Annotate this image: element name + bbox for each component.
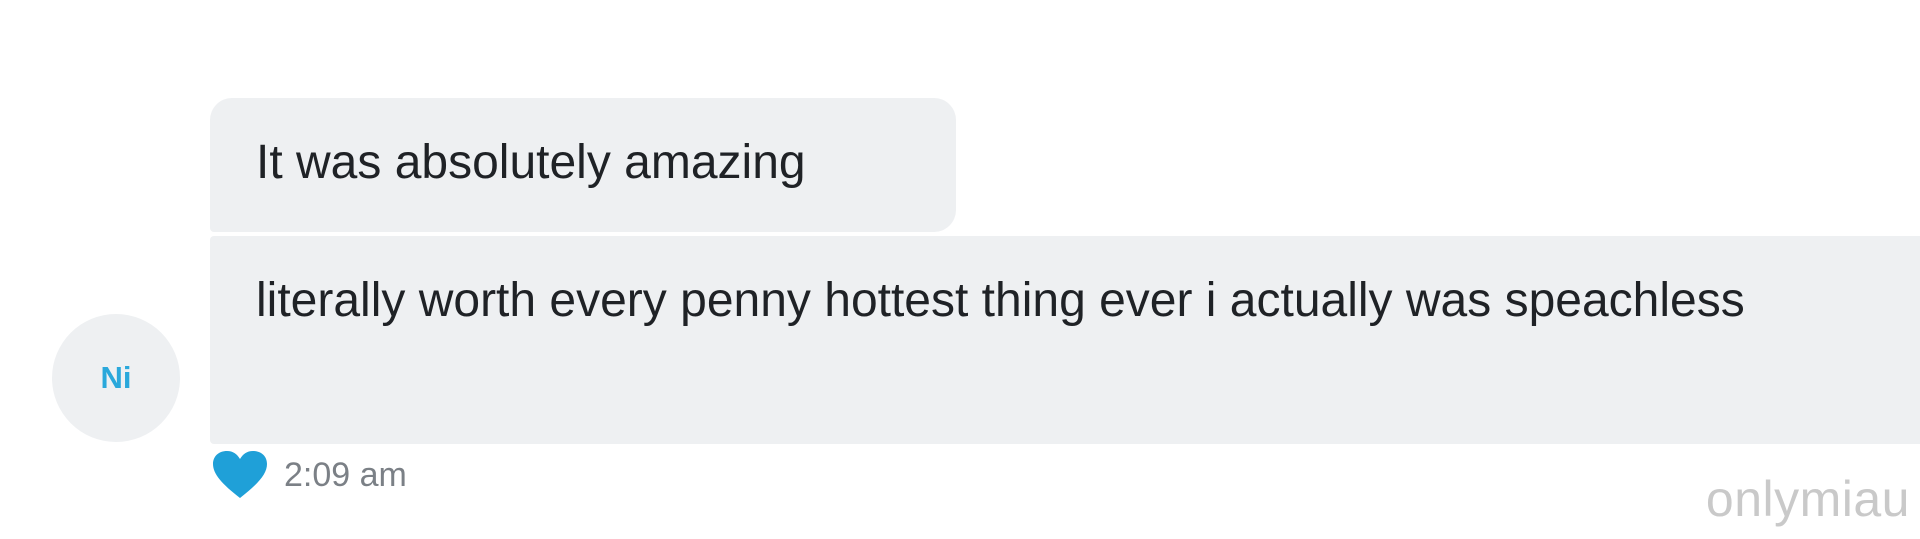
message-thread: Ni It was absolutely amazing literally w…: [0, 0, 1920, 539]
message-bubble[interactable]: literally worth every penny hottest thin…: [210, 236, 1920, 444]
message-text: It was absolutely amazing: [256, 136, 806, 189]
avatar-initials: Ni: [100, 360, 132, 395]
message-bubble[interactable]: It was absolutely amazing: [210, 98, 956, 232]
message-meta: 2:09 am: [212, 450, 407, 500]
avatar[interactable]: Ni: [52, 314, 180, 442]
timestamp: 2:09 am: [284, 455, 407, 494]
message-text: literally worth every penny hottest thin…: [256, 274, 1745, 327]
heart-icon[interactable]: [212, 450, 268, 500]
watermark: onlymiau: [1705, 471, 1910, 527]
